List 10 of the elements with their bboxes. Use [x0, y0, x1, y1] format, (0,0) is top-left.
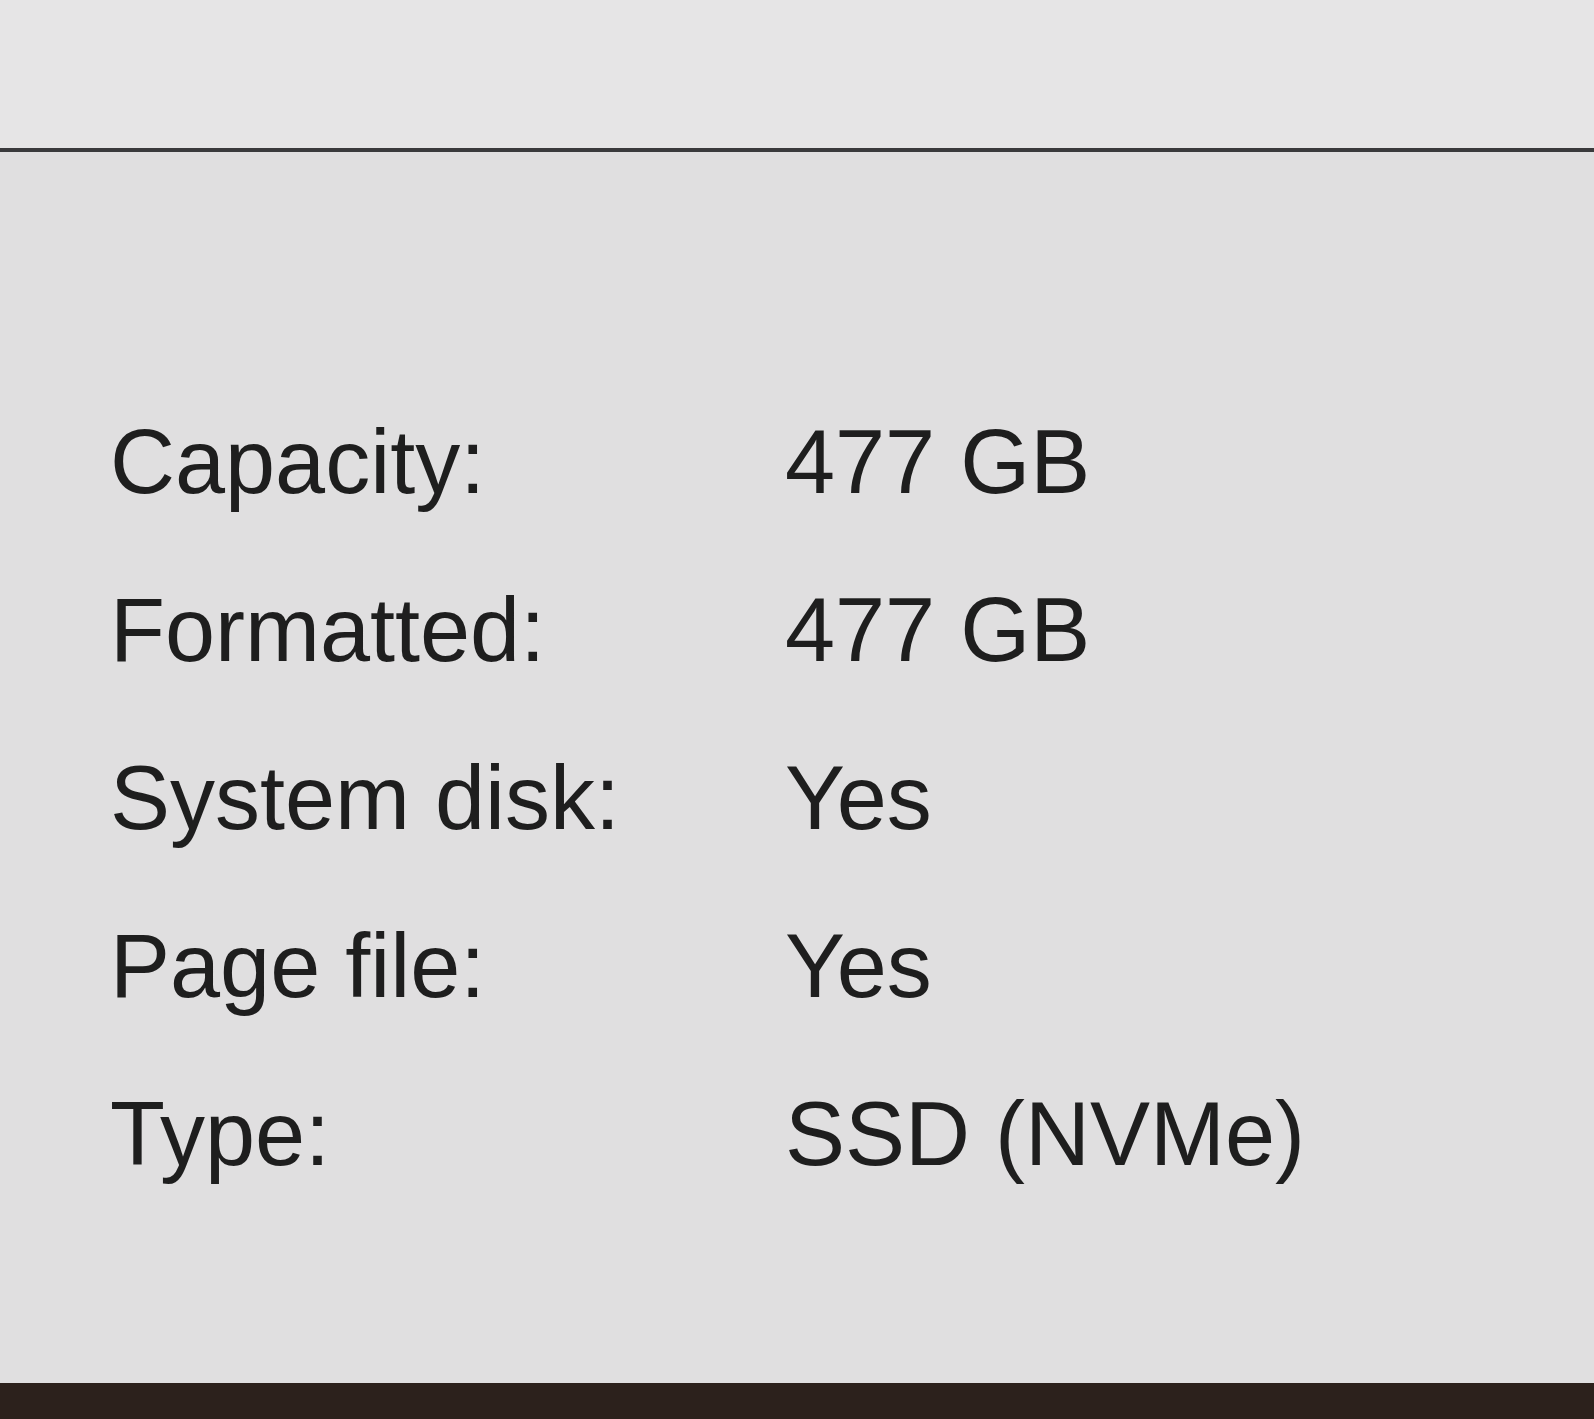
- property-value: Yes: [785, 748, 932, 848]
- property-value: 477 GB: [785, 412, 1091, 512]
- property-label: Type:: [110, 1084, 331, 1184]
- property-label: Page file:: [110, 916, 486, 1016]
- property-label: Capacity:: [110, 412, 486, 512]
- property-value: Yes: [785, 916, 932, 1016]
- property-label: System disk:: [110, 748, 621, 848]
- property-value: SSD (NVMe): [785, 1084, 1306, 1184]
- property-value: 477 GB: [785, 580, 1091, 680]
- property-label: Formatted:: [110, 580, 546, 680]
